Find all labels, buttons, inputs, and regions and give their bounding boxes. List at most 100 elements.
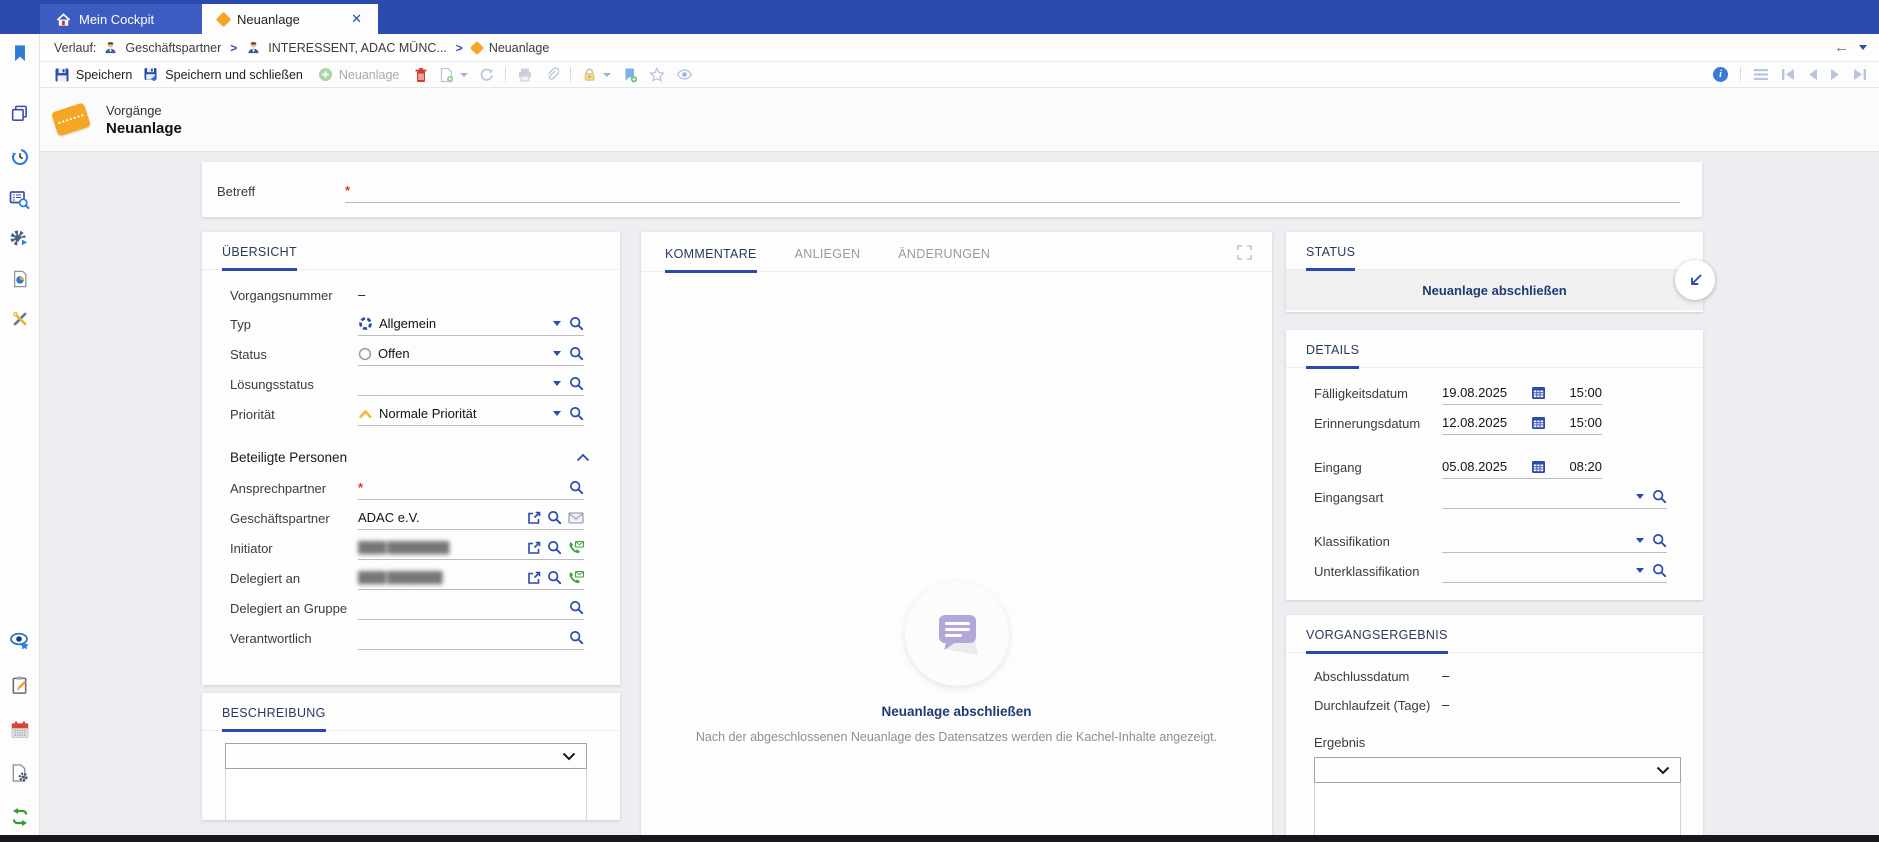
history-dropdown-icon[interactable] [1859,45,1867,50]
search-icon[interactable] [569,480,584,495]
phone-contact-icon[interactable] [568,570,584,585]
faelligkeitsdatum-input[interactable]: 19.08.2025 15:00 [1442,384,1602,405]
dropdown-icon[interactable] [553,321,561,326]
previous-record-icon [1809,69,1817,80]
dropdown-icon[interactable] [1636,568,1644,573]
status-select[interactable]: Offen [358,345,584,366]
sync-icon [12,808,27,826]
sidebar-item-document-settings[interactable] [9,762,31,784]
search-icon[interactable] [547,570,562,585]
betreff-input[interactable]: * [345,182,1680,203]
klassifikation-select[interactable] [1442,532,1667,553]
sidebar-item-reports[interactable] [9,268,31,290]
tab-details[interactable]: DETAILS [1306,343,1360,369]
search-icon[interactable] [569,600,584,615]
delegiert-an-gruppe-input[interactable] [358,599,584,620]
eingang-input[interactable]: 05.08.2025 08:20 [1442,458,1602,479]
tab-anliegen[interactable]: ANLIEGEN [795,247,861,273]
dropdown-icon[interactable] [553,411,561,416]
tab-neuanlage[interactable]: Neuanlage ✕ [202,4,378,34]
search-icon[interactable] [547,510,562,525]
tab-vorgangsergebnis[interactable]: VORGANGSERGEBNIS [1306,628,1448,654]
ergebnis-textarea[interactable] [1314,783,1681,835]
collapse-chevron-icon[interactable] [576,453,590,462]
sidebar-item-calendar[interactable] [9,718,31,740]
prioritaet-select[interactable]: Normale Priorität [358,405,584,426]
save-and-close-button[interactable]: Speichern und schließen [143,67,303,83]
complete-creation-button[interactable]: Neuanlage abschließen [1286,270,1703,310]
status-open-icon [358,347,372,360]
erinnerungsdatum-input[interactable]: 12.08.2025 15:00 [1442,414,1602,435]
menu-icon[interactable] [1753,68,1769,81]
add-icon [318,67,332,82]
description-textarea[interactable] [225,769,587,820]
sidebar-item-observed[interactable] [9,630,31,652]
calendar-icon[interactable] [1531,385,1546,400]
sidebar-item-windows[interactable] [9,102,31,124]
search-icon[interactable] [1652,563,1667,578]
mail-icon[interactable] [568,511,584,524]
tab-mein-cockpit[interactable]: Mein Cockpit [40,4,202,34]
field-label: Delegiert an Gruppe [230,601,348,616]
ergebnis-select[interactable] [1314,757,1681,783]
tab-beschreibung[interactable]: BESCHREIBUNG [222,706,326,732]
dropdown-icon[interactable] [1636,538,1644,543]
search-icon[interactable] [547,540,562,555]
save-button[interactable]: Speichern [54,67,132,83]
dropdown-icon[interactable] [1636,494,1644,499]
close-tab-icon[interactable]: ✕ [351,11,362,27]
dropdown-icon[interactable] [553,351,561,356]
expand-icon[interactable] [1237,245,1252,271]
sidebar-item-search-lists[interactable] [9,188,31,210]
sidebar-item-settings-tools[interactable] [9,308,31,330]
loesungsstatus-select[interactable] [358,375,584,396]
overview-card: ÜBERSICHT Vorgangsnummer – Typ Allgemein [202,232,620,685]
field-label: Priorität [230,407,275,422]
open-record-icon[interactable] [527,571,541,585]
description-template-select[interactable] [225,743,587,769]
delegiert-an-input[interactable]: ████ ████████ [358,569,584,590]
verantwortlich-input[interactable] [358,629,584,650]
delete-icon[interactable] [414,67,428,83]
persons-section-header: Beteiligte Personen [202,450,620,465]
search-icon[interactable] [569,406,584,421]
geschaeftspartner-input[interactable]: ADAC e.V. [358,509,584,530]
sidebar-item-sync[interactable] [9,806,31,828]
breadcrumb-item[interactable]: Geschäftspartner [125,41,221,55]
tab-kommentare[interactable]: KOMMENTARE [665,247,757,273]
search-icon[interactable] [1652,489,1667,504]
unterklassifikation-select[interactable] [1442,562,1667,583]
initiator-input[interactable]: ████ █████████ [358,539,584,560]
dropdown-icon[interactable] [553,381,561,386]
history-back-icon[interactable]: ← [1834,40,1849,55]
search-icon[interactable] [569,316,584,331]
calendar-icon[interactable] [1531,415,1546,430]
ansprechpartner-input[interactable]: * [358,479,584,500]
tab-status[interactable]: STATUS [1306,245,1356,271]
search-icon[interactable] [569,376,584,391]
calendar-icon[interactable] [1531,459,1546,474]
ergebnis-label: Ergebnis [1314,735,1366,750]
tab-aenderungen[interactable]: ÄNDERUNGEN [898,247,990,273]
dock-panel-button[interactable] [1675,260,1715,300]
open-record-icon[interactable] [527,511,541,525]
info-icon[interactable]: i [1713,67,1728,82]
search-icon[interactable] [569,630,584,645]
typ-select[interactable]: Allgemein [358,315,584,336]
status-tab-bar: STATUS [1286,232,1703,271]
field-row: Typ Allgemein [202,315,620,336]
field-row: Eingangsart [1286,488,1703,509]
sidebar-item-processes[interactable] [9,228,31,250]
sidebar-item-bookmarks[interactable] [9,42,31,64]
new-record-label: Neuanlage [338,67,400,82]
breadcrumb-item[interactable]: INTERESSENT, ADAC MÜNC... [268,41,447,55]
tab-uebersicht[interactable]: ÜBERSICHT [222,245,297,271]
sidebar-item-history[interactable] [9,146,31,168]
field-label: Status [230,347,267,362]
open-record-icon[interactable] [527,541,541,555]
phone-contact-icon[interactable] [568,540,584,555]
sidebar-item-notes[interactable] [9,674,31,696]
eingangsart-select[interactable] [1442,488,1667,509]
search-icon[interactable] [569,346,584,361]
search-icon[interactable] [1652,533,1667,548]
